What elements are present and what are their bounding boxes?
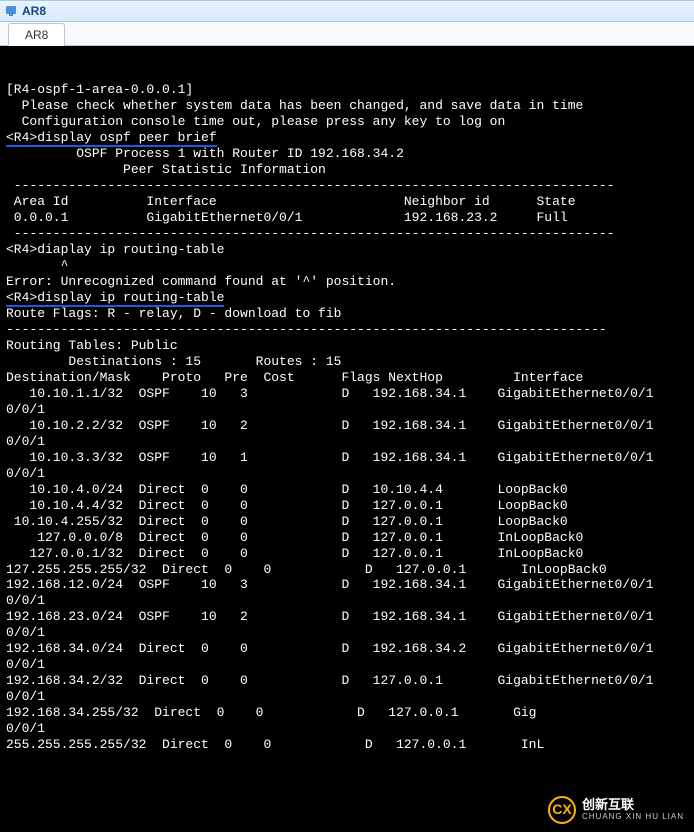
terminal-line: 192.168.34.255/32 Direct 0 0 D 127.0.0.1… xyxy=(6,705,688,721)
terminal-line: Configuration console time out, please p… xyxy=(6,114,688,130)
terminal-line: 10.10.4.4/32 Direct 0 0 D 127.0.0.1 Loop… xyxy=(6,498,688,514)
terminal-line: 0.0.0.1 GigabitEthernet0/0/1 192.168.23.… xyxy=(6,210,688,226)
terminal-line: 0/0/1 xyxy=(6,721,688,737)
terminal-line: 0/0/1 xyxy=(6,466,688,482)
terminal-line: Routing Tables: Public xyxy=(6,338,688,354)
terminal-line: 10.10.3.3/32 OSPF 10 1 D 192.168.34.1 Gi… xyxy=(6,450,688,466)
terminal-line: 0/0/1 xyxy=(6,657,688,673)
watermark-logo-icon: CX xyxy=(548,796,576,824)
terminal-line: ----------------------------------------… xyxy=(6,226,688,242)
tab-ar8[interactable]: AR8 xyxy=(8,23,65,46)
terminal-line: 10.10.1.1/32 OSPF 10 3 D 192.168.34.1 Gi… xyxy=(6,386,688,402)
terminal-line: 0/0/1 xyxy=(6,402,688,418)
terminal-line: 10.10.2.2/32 OSPF 10 2 D 192.168.34.1 Gi… xyxy=(6,418,688,434)
terminal-line: <R4>display ospf peer brief xyxy=(6,130,688,146)
terminal-line: 192.168.34.0/24 Direct 0 0 D 192.168.34.… xyxy=(6,641,688,657)
terminal-line: 255.255.255.255/32 Direct 0 0 D 127.0.0.… xyxy=(6,737,688,753)
terminal-line: 10.10.4.255/32 Direct 0 0 D 127.0.0.1 Lo… xyxy=(6,514,688,530)
terminal-line: 127.0.0.1/32 Direct 0 0 D 127.0.0.1 InLo… xyxy=(6,546,688,562)
terminal-line: <R4>display ip routing-table xyxy=(6,290,688,306)
terminal-line: 192.168.23.0/24 OSPF 10 2 D 192.168.34.1… xyxy=(6,609,688,625)
terminal-line: 0/0/1 xyxy=(6,593,688,609)
terminal-line: Area Id Interface Neighbor id State xyxy=(6,194,688,210)
terminal-output[interactable]: [R4-ospf-1-area-0.0.0.1] Please check wh… xyxy=(0,46,694,832)
watermark-sub: CHUANG XIN HU LIAN xyxy=(582,813,684,822)
terminal-line: 0/0/1 xyxy=(6,434,688,450)
terminal-line: ----------------------------------------… xyxy=(6,322,688,338)
terminal-line: 192.168.34.2/32 Direct 0 0 D 127.0.0.1 G… xyxy=(6,673,688,689)
terminal-line: [R4-ospf-1-area-0.0.0.1] xyxy=(6,82,688,98)
tab-label: AR8 xyxy=(25,28,48,42)
terminal-line: 192.168.12.0/24 OSPF 10 3 D 192.168.34.1… xyxy=(6,577,688,593)
watermark-brand: 创新互联 xyxy=(582,798,684,812)
terminal-line: ^ xyxy=(6,258,688,274)
terminal-line: <R4>diaplay ip routing-table xyxy=(6,242,688,258)
terminal-line: Please check whether system data has bee… xyxy=(6,98,688,114)
terminal-line: 0/0/1 xyxy=(6,625,688,641)
terminal-line: Destination/Mask Proto Pre Cost Flags Ne… xyxy=(6,370,688,386)
window-title: AR8 xyxy=(22,4,46,18)
terminal-line: 127.0.0.0/8 Direct 0 0 D 127.0.0.1 InLoo… xyxy=(6,530,688,546)
app-icon xyxy=(4,4,18,18)
watermark: CX 创新互联 CHUANG XIN HU LIAN xyxy=(544,794,688,826)
terminal-line: 10.10.4.0/24 Direct 0 0 D 10.10.4.4 Loop… xyxy=(6,482,688,498)
terminal-line: ----------------------------------------… xyxy=(6,178,688,194)
terminal-line: Route Flags: R - relay, D - download to … xyxy=(6,306,688,322)
terminal-line: Error: Unrecognized command found at '^'… xyxy=(6,274,688,290)
terminal-line: Peer Statistic Information xyxy=(6,162,688,178)
terminal-line: 127.255.255.255/32 Direct 0 0 D 127.0.0.… xyxy=(6,562,688,578)
terminal-line: Destinations : 15 Routes : 15 xyxy=(6,354,688,370)
terminal-line: OSPF Process 1 with Router ID 192.168.34… xyxy=(6,146,688,162)
window-title-bar: AR8 xyxy=(0,0,694,22)
tab-strip: AR8 xyxy=(0,22,694,46)
terminal-line: 0/0/1 xyxy=(6,689,688,705)
